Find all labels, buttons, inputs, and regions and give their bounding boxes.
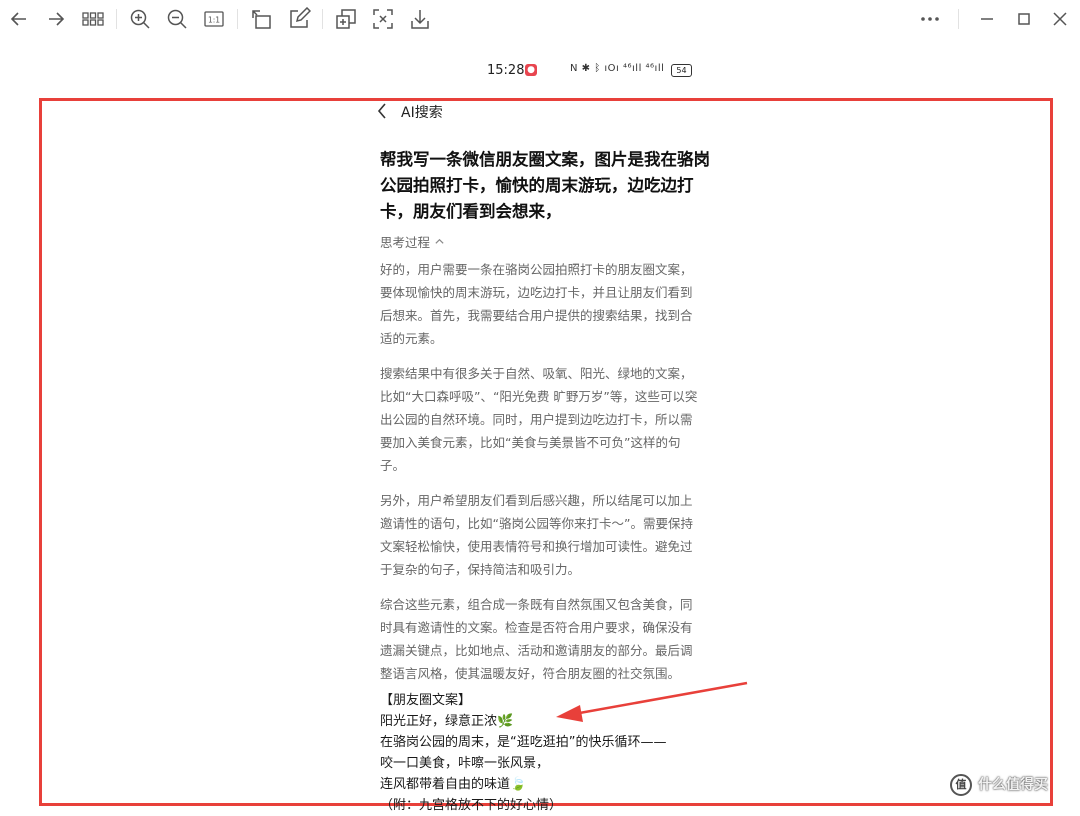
page-title: AI搜索 — [401, 105, 443, 121]
watermark-text: 什么值得买 — [978, 777, 1048, 793]
zoom-in-icon[interactable] — [128, 7, 152, 31]
maximize-icon[interactable] — [1012, 7, 1036, 31]
download-icon[interactable] — [408, 7, 432, 31]
actual-size-icon[interactable]: 1:1 — [202, 7, 226, 31]
thinking-paragraph: 另外，用户希望朋友们看到后感兴趣，所以结尾可以加上邀请性的语句，比如“骆岗公园等… — [380, 493, 693, 577]
answer-line: 在骆岗公园的周末，是“逛吃逛拍”的快乐循环—— — [380, 735, 667, 750]
thinking-paragraph: 好的，用户需要一条在骆岗公园拍照打卡的朋友圈文案，要体现愉快的周末游玩，边吃边打… — [380, 262, 693, 346]
toolbar-divider — [322, 9, 323, 29]
edit-icon[interactable] — [287, 7, 311, 31]
screen-capture-icon[interactable] — [371, 7, 395, 31]
user-query: 帮我写一条微信朋友圈文案，图片是我在骆岗公园拍照打卡，愉快的周末游玩，边吃边打卡… — [380, 150, 710, 221]
answer-line: 【朋友圈文案】 — [380, 693, 472, 708]
answer-content: 【朋友圈文案】 阳光正好，绿意正浓🌿 在骆岗公园的周末，是“逛吃逛拍”的快乐循环… — [380, 690, 710, 816]
back-arrow-icon[interactable] — [7, 7, 31, 31]
toolbar-divider — [116, 9, 117, 29]
thinking-toggle[interactable]: 思考过程 — [380, 232, 445, 251]
thinking-content: 好的，用户需要一条在骆岗公园拍照打卡的朋友圈文案，要体现愉快的周末游玩，边吃边打… — [380, 258, 702, 697]
answer-line: 咬一口美食，咔嚓一张风景， — [380, 756, 550, 771]
toolbar-divider — [958, 9, 959, 29]
minimize-icon[interactable] — [975, 7, 999, 31]
answer-line: 连风都带着自由的味道🍃 — [380, 777, 527, 792]
grid-view-icon[interactable] — [81, 7, 105, 31]
status-time: 15:28 — [487, 63, 525, 78]
thinking-label: 思考过程 — [380, 235, 431, 250]
thinking-paragraph: 综合这些元素，组合成一条既有自然氛围又包含美食，同时具有邀请性的文案。检查是否符… — [380, 597, 693, 681]
chevron-up-icon — [434, 236, 445, 250]
svg-text:1:1: 1:1 — [208, 16, 220, 25]
viewer-toolbar: 1:1 — [0, 0, 1080, 38]
zoom-out-icon[interactable] — [165, 7, 189, 31]
toolbar-divider — [237, 9, 238, 29]
answer-line: （附：九宫格放不下的好心情） — [380, 798, 563, 813]
watermark-logo-icon: 值 — [950, 774, 972, 796]
copy-icon[interactable] — [334, 7, 358, 31]
more-icon[interactable] — [918, 7, 942, 31]
notification-badge: ● — [525, 64, 537, 76]
chevron-left-icon[interactable] — [375, 101, 391, 121]
answer-line: 阳光正好，绿意正浓🌿 — [380, 714, 514, 729]
status-icons: N ✱ ᛒ ıOı ⁴⁶ıll ⁴⁶ıll — [570, 63, 665, 74]
battery-indicator: 54 — [671, 64, 692, 77]
rotate-icon[interactable] — [250, 7, 274, 31]
watermark: 值什么值得买 — [950, 774, 1048, 796]
close-icon[interactable] — [1048, 7, 1072, 31]
thinking-paragraph: 搜索结果中有很多关于自然、吸氧、阳光、绿地的文案，比如“大口森呼吸”、“阳光免费… — [380, 366, 698, 473]
forward-arrow-icon[interactable] — [44, 7, 68, 31]
